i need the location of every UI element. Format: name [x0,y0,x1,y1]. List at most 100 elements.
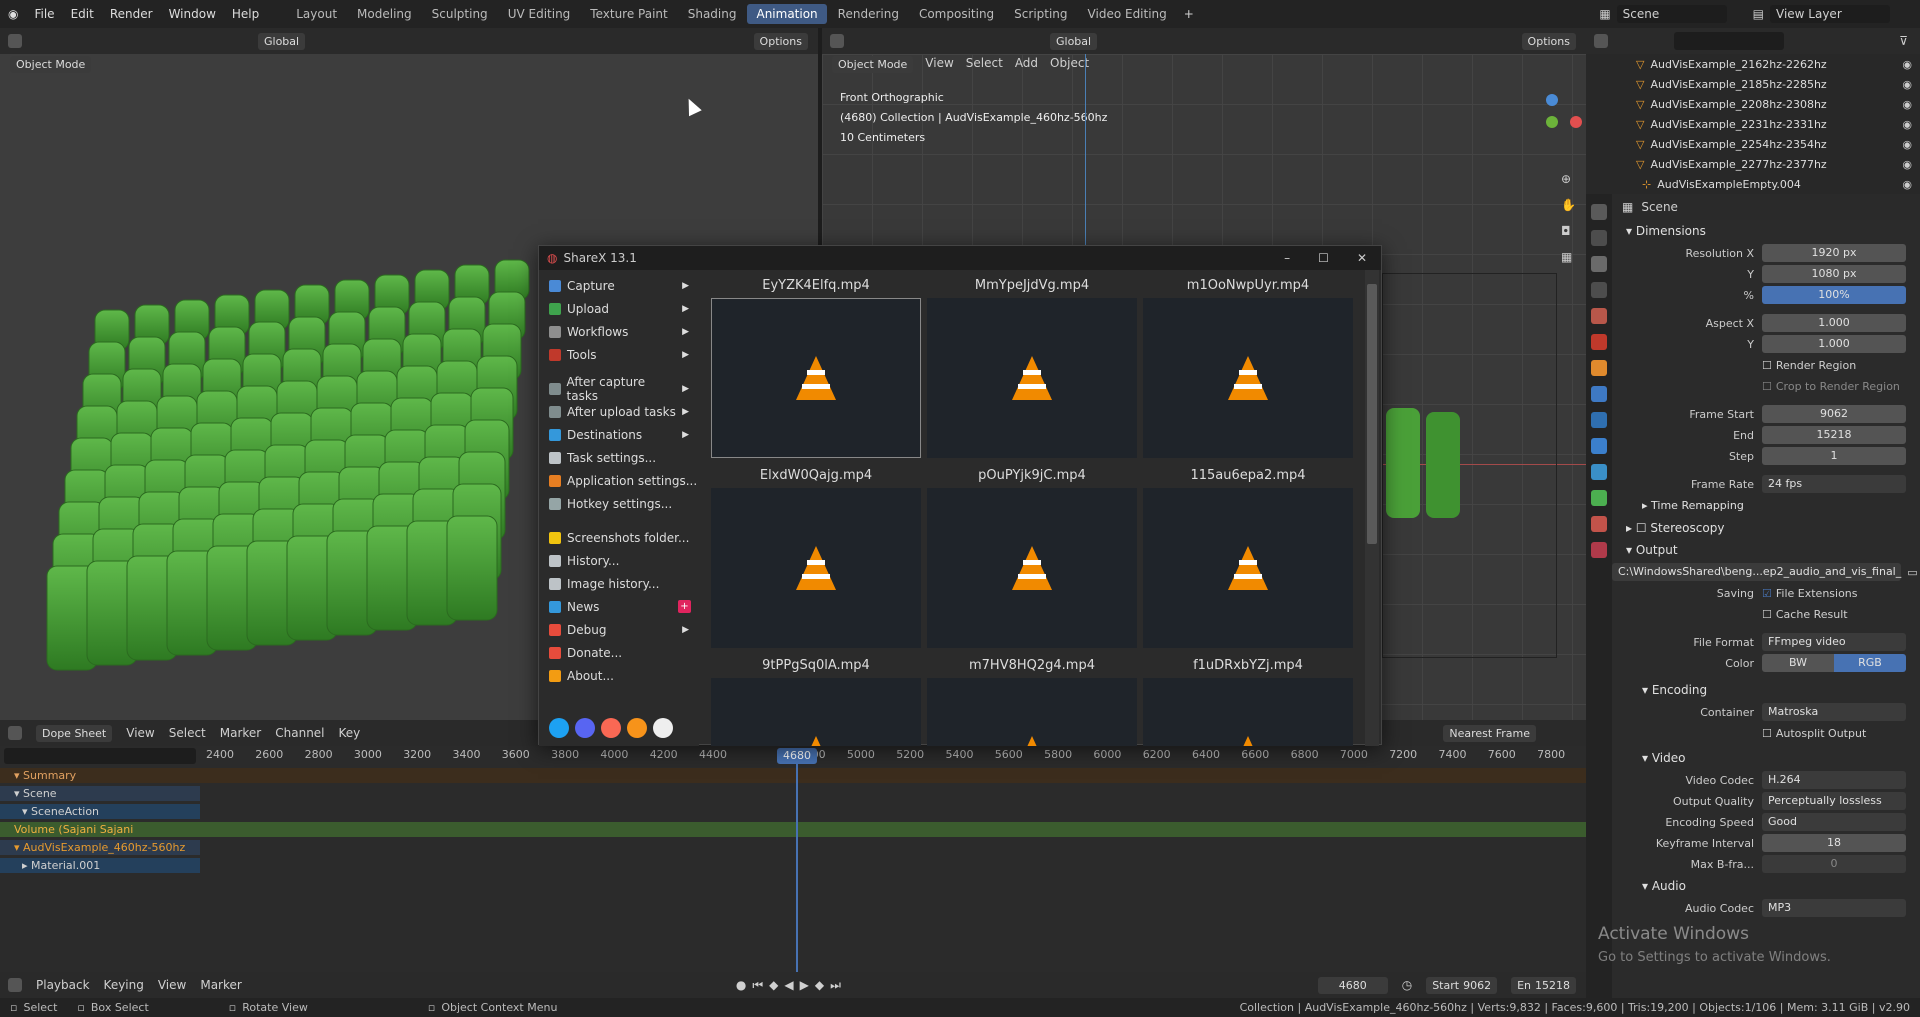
menu-add[interactable]: Add [1015,56,1038,73]
autosplit-checkbox[interactable]: ☐ [1762,727,1772,740]
render-tab-icon[interactable] [1591,230,1607,246]
outliner-item[interactable]: ▽ AudVisExample_2231hz-2331hz ◉ [1636,114,1920,134]
resolution-pct-field[interactable]: 100% [1762,286,1906,304]
sharex-menu-capture[interactable]: Capture ▶ [539,274,699,297]
gizmo-y-icon[interactable] [1546,116,1558,128]
tab-layout[interactable]: Layout [287,4,346,24]
video-thumbnail[interactable] [1143,678,1353,746]
record-icon[interactable]: ● [736,978,746,993]
sharex-menu-workflows[interactable]: Workflows ▶ [539,320,699,343]
file-thumbnail-tile[interactable]: MmYpeJjdVg.mp4 [927,274,1137,464]
menu-edit[interactable]: Edit [63,7,102,21]
editor-type-icon[interactable] [830,34,844,48]
video-thumbnail[interactable] [927,298,1137,458]
material-tab-icon[interactable] [1591,516,1607,532]
section-dimensions[interactable]: ▾ Dimensions [1612,220,1920,242]
ortho-grid-icon[interactable]: ▦ [1561,250,1576,264]
video-thumbnail[interactable] [711,298,921,458]
file-format-select[interactable]: FFmpeg video [1762,633,1906,651]
options-button[interactable]: Options [1521,32,1576,50]
sharex-menu-donate[interactable]: Donate... [539,641,699,664]
sharex-menu-task-settings[interactable]: Task settings... [539,446,699,469]
mode-selector[interactable]: Object Mode [10,56,92,73]
output-path-field[interactable]: C:\WindowsShared\beng...ep2_audio_and_vi… [1612,563,1902,581]
render-region-checkbox[interactable]: ☐ [1762,359,1772,372]
twitter-icon[interactable] [549,718,569,738]
sharex-menu-application-settings[interactable]: Application settings... [539,469,699,492]
menu-object[interactable]: Object [1050,56,1089,73]
frame-start-field[interactable]: 9062 [1762,405,1906,423]
aspect-y-field[interactable]: 1.000 [1762,335,1906,353]
sharex-menu-destinations[interactable]: Destinations ▶ [539,423,699,446]
sharex-menu-upload[interactable]: Upload ▶ [539,297,699,320]
data-tab-icon[interactable] [1591,490,1607,506]
outliner-item[interactable]: ▽ AudVisExample_2208hz-2308hz ◉ [1636,94,1920,114]
transform-orientation[interactable]: Global [258,32,306,50]
prev-key-icon[interactable]: ◆ [769,978,778,993]
sharex-menu-after-capture-tasks[interactable]: After capture tasks ▶ [539,375,699,403]
section-output[interactable]: ▾ Output [1612,539,1920,561]
sharex-menu-tools[interactable]: Tools ▶ [539,343,699,366]
tab-rendering[interactable]: Rendering [829,4,908,24]
outliner-item-empty[interactable]: ⊹ AudVisExampleEmpty.004 ◉ [1586,174,1920,194]
close-button[interactable]: ✕ [1357,251,1367,265]
sharex-menu-hotkey-settings[interactable]: Hotkey settings... [539,492,699,515]
constraints-tab-icon[interactable] [1591,464,1607,480]
file-thumbnail-tile[interactable]: m7HV8HQ2g4.mp4 [927,654,1137,746]
file-thumbnail-tile[interactable]: 115au6epa2.mp4 [1143,464,1353,654]
sharex-titlebar[interactable]: ◍ ShareX 13.1 – ☐ ✕ [539,246,1381,270]
menu-render[interactable]: Render [102,7,161,21]
next-key-icon[interactable]: ◆ [815,978,824,993]
cache-result-checkbox[interactable]: ☐ [1762,608,1772,621]
end-frame-field[interactable]: En 15218 [1511,976,1576,994]
gizmo-x-icon[interactable] [1570,116,1582,128]
camera-icon[interactable]: ◘ [1561,224,1576,238]
maximize-button[interactable]: ☐ [1318,251,1329,265]
outliner-item[interactable]: ▽ AudVisExample_2185hz-2285hz ◉ [1636,74,1920,94]
scrollbar-thumb[interactable] [1367,284,1377,544]
folder-icon[interactable]: ▭ [1907,566,1917,579]
clock-icon[interactable]: ◷ [1402,978,1412,992]
view-layer-field[interactable]: View Layer [1770,5,1890,23]
output-quality-select[interactable]: Perceptually lossless [1762,792,1906,810]
output-tab-icon[interactable] [1591,256,1607,272]
video-thumbnail[interactable] [711,488,921,648]
jump-start-icon[interactable]: ⏮ [752,978,763,993]
menu-keying[interactable]: Keying [104,978,144,992]
object-tab-icon[interactable] [1591,360,1607,376]
file-thumbnail-tile[interactable]: ElxdW0Qajg.mp4 [711,464,921,654]
file-thumbnail-tile[interactable]: EyYZK4Elfq.mp4 [711,274,921,464]
bitcoin-icon[interactable] [627,718,647,738]
sharex-menu-after-upload-tasks[interactable]: After upload tasks ▶ [539,400,699,423]
file-thumbnail-tile[interactable]: m1OoNwpUyr.mp4 [1143,274,1353,464]
render-region-row[interactable]: ☐ Render Region [1612,355,1920,375]
play-icon[interactable]: ▶ [800,978,809,993]
zoom-icon[interactable]: ⊕ [1561,172,1576,186]
menu-marker[interactable]: Marker [200,978,241,992]
sharex-menu-image-history[interactable]: Image history... [539,572,699,595]
resolution-x-field[interactable]: 1920 px [1762,244,1906,262]
container-select[interactable]: Matroska [1762,703,1906,721]
frame-rate-select[interactable]: 24 fps [1762,475,1906,493]
dope-sheet-editor[interactable]: Dope Sheet View Select Marker Channel Ke… [0,720,1586,976]
sharex-menu-news[interactable]: News + [539,595,699,618]
file-extensions-checkbox[interactable]: ☑ [1762,587,1772,600]
eye-icon[interactable]: ◉ [1902,138,1912,151]
tab-uv-editing[interactable]: UV Editing [499,4,580,24]
file-thumbnail-tile[interactable]: pOuPYjk9jC.mp4 [927,464,1137,654]
blender-logo-icon[interactable]: ◉ [8,7,18,21]
tab-shading[interactable]: Shading [679,4,746,24]
color-rgb-button[interactable]: RGB [1834,654,1906,672]
section-encoding[interactable]: ▾ Encoding [1612,679,1920,701]
pan-hand-icon[interactable]: ✋ [1561,198,1576,212]
max-bframes-field[interactable]: 0 [1762,855,1906,873]
discord-icon[interactable] [575,718,595,738]
menu-help[interactable]: Help [224,7,267,21]
eye-icon[interactable]: ◉ [1902,158,1912,171]
options-button[interactable]: Options [753,32,808,50]
video-thumbnail[interactable] [927,678,1137,746]
view-layer-tab-icon[interactable] [1591,282,1607,298]
video-thumbnail[interactable] [711,678,921,746]
section-audio[interactable]: ▾ Audio [1612,875,1920,897]
sharex-menu-history[interactable]: History... [539,549,699,572]
